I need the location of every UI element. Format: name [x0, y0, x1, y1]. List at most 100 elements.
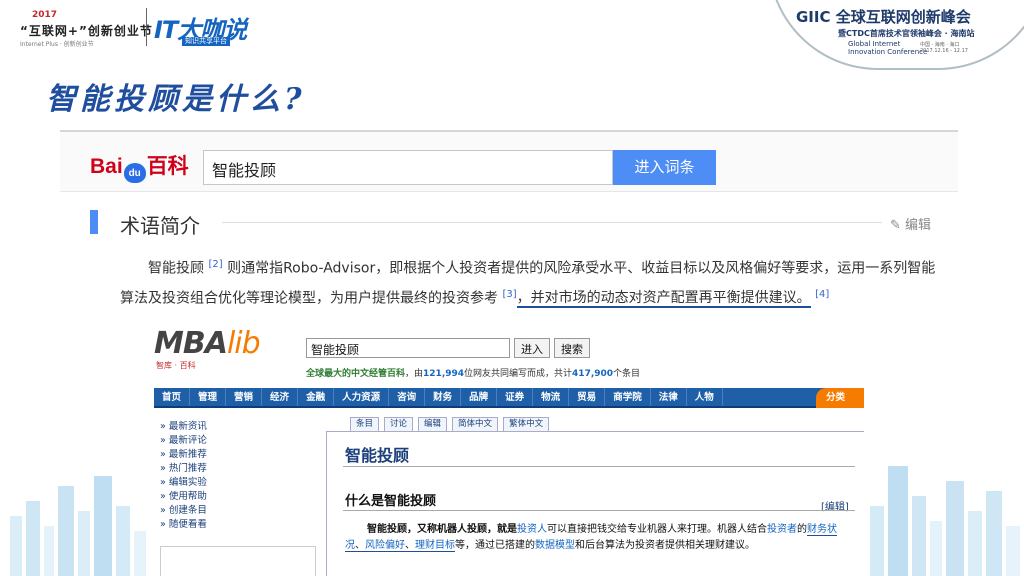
mbalib-nav-item[interactable]: 管理 [190, 388, 227, 406]
mbalib-link-investor[interactable]: 投资人 [517, 524, 547, 535]
mbalib-nav-item[interactable]: 品牌 [461, 388, 498, 406]
baidu-heading-rule [222, 222, 882, 223]
mbalib-page-title: 智能投顾 [345, 446, 410, 465]
mbalib-nav-item[interactable]: 人力资源 [334, 388, 390, 406]
baidu-body-underlined: ，并对市场的动态对资产配置再平衡提供建议。 [516, 290, 811, 309]
internet-plus-festival-logo: 2017 “互联网+”创新创业节 Internet Plus · 创新创业节 [6, 8, 152, 52]
pencil-icon: ✎ [890, 218, 906, 233]
mbalib-nav-item[interactable]: 首页 [154, 388, 191, 406]
baidu-baike-logo[interactable]: Bai du 百科 [90, 150, 189, 183]
baidu-logo-baike: 百科 [146, 155, 189, 178]
mbalib-tagline-mid2: 位网友共同编写而成，共计 [464, 369, 573, 379]
giic-subtitle: 暨CTDC首席技术官领袖峰会 · 海南站 [838, 29, 975, 38]
mbalib-body-4: 、 [355, 540, 365, 551]
mbalib-link-financial-goal[interactable]: 理财目标 [415, 540, 455, 551]
mbalib-sidebar-item[interactable]: » 最新推荐 [160, 448, 316, 462]
mbalib-logo-subtitle: 智库 · 百科 [156, 361, 196, 370]
mbalib-body-5: 、 [405, 540, 415, 551]
giic-english: Global Internet Innovation Conference [848, 40, 927, 56]
giic-date-range: 2017.12.16 - 12.17 [920, 48, 968, 54]
mbalib-search-button[interactable]: 搜索 [554, 338, 590, 358]
mbalib-nav-bar: 首页 管理 营销 经济 金融 人力资源 咨询 财务 品牌 证券 物流 贸易 商学院 法律 人物 分类 [154, 388, 864, 408]
mbalib-body-7: 和后台算法为投资者提供相关理财建议。 [575, 540, 755, 551]
mbalib-heading-rule [343, 510, 855, 511]
mbalib-body-2: 可以直接把钱交给专业机器人来打理。机器人结合 [547, 524, 767, 535]
slide: 2017 “互联网+”创新创业节 Internet Plus · 创新创业节 I… [0, 0, 1024, 576]
mbalib-logo-mba: MBA [154, 326, 228, 361]
giic-english-line1: Global Internet [848, 40, 901, 48]
mbalib-sidebar-item[interactable]: » 使用帮助 [160, 490, 316, 504]
mbalib-link-risk-preference[interactable]: 风险偏好 [365, 540, 405, 551]
mbalib-tagline-suffix: 个条目 [613, 369, 641, 379]
mbalib-sidebar: » 最新资讯» 最新评论» 最新推荐» 热门推荐» 编辑实验» 使用帮助» 创建… [160, 420, 316, 532]
baidu-definition-text: 智能投顾 [2] 则通常指Robo-Advisor，即根据个人投资者提供的风险承… [120, 252, 940, 311]
mbalib-search-input[interactable]: 智能投顾 [306, 338, 510, 358]
baidu-search-input[interactable]: 智能投顾 [203, 150, 613, 185]
mbalib-definition-text: 智能投顾，又称机器人投顾，就是投资人可以直接把钱交给专业机器人来打理。机器人结合… [345, 522, 855, 554]
mbalib-sidebar-item[interactable]: » 最新资讯 [160, 420, 316, 434]
header-divider [146, 8, 147, 46]
logo-name: “互联网+”创新创业节 [20, 24, 153, 38]
mbalib-nav-item[interactable]: 人物 [687, 388, 723, 406]
mbalib-link-data-model[interactable]: 数据模型 [535, 540, 575, 551]
slide-title: 智能投顾是什么? [46, 82, 306, 117]
baidu-ref-3[interactable]: [3] [502, 289, 516, 300]
mbalib-tab[interactable]: 简体中文 [452, 417, 499, 431]
mbalib-tagline: 全球最大的中文经管百科，由121,994位网友共同编写而成，共计417,900个… [306, 366, 640, 379]
baidu-edit-link[interactable]: ✎ 编辑 [890, 214, 931, 233]
city-skyline-right [870, 466, 1020, 576]
mbalib-tabs: 条目 讨论 编辑 简体中文 繁体中文 [350, 417, 554, 431]
mbalib-section-heading: 什么是智能投顾 [345, 494, 437, 509]
baidu-heading-bar [90, 210, 98, 234]
mbalib-nav-item[interactable]: 法律 [651, 388, 687, 406]
giic-date: 中国 · 海南 · 海口 2017.12.16 - 12.17 [920, 42, 968, 54]
mbalib-body-3: 的 [797, 524, 807, 535]
baidu-ref-2[interactable]: [2] [208, 259, 222, 270]
mbalib-logo-lib: lib [226, 326, 261, 361]
logo-year: 2017 [32, 10, 58, 20]
baidu-logo-bai: Bai [90, 155, 123, 178]
mbalib-tab[interactable]: 繁体中文 [503, 417, 550, 431]
mbalib-logo[interactable]: MBAlib [154, 326, 261, 361]
baidu-ref-4[interactable]: [4] [815, 289, 829, 300]
mbalib-user-count: 121,994 [423, 369, 465, 379]
baidu-paw-icon: du [123, 163, 146, 183]
it-daka-tagline: 知识共享平台 [182, 37, 230, 46]
mbalib-article: 智能投顾 什么是智能投顾 [编辑] 智能投顾，又称机器人投顾，就是投资人可以直接… [326, 431, 864, 576]
mbalib-tagline-prefix: 全球最大的中文经管百科 [306, 369, 406, 379]
mbalib-nav-more[interactable]: 分类 [816, 388, 864, 408]
mbalib-nav-item[interactable]: 营销 [226, 388, 263, 406]
logo-subtitle: Internet Plus · 创新创业节 [20, 41, 94, 48]
giic-english-line2: Innovation Conference [848, 48, 928, 56]
mbalib-sidebar-item[interactable]: » 编辑实验 [160, 476, 316, 490]
mbalib-nav-item[interactable]: 经济 [262, 388, 299, 406]
mbalib-nav-item[interactable]: 财务 [425, 388, 462, 406]
mbalib-sidebar-box [160, 546, 316, 576]
mbalib-panel: MBAlib 智库 · 百科 智能投顾 进入 搜索 全球最大的中文经管百科，由1… [154, 320, 864, 576]
baidu-enter-entry-button[interactable]: 进入词条 [613, 150, 716, 185]
mbalib-sidebar-item[interactable]: » 随便看看 [160, 518, 316, 532]
mbalib-tab[interactable]: 讨论 [384, 417, 414, 431]
baidu-section-heading: 术语简介 [120, 214, 200, 238]
city-skyline-left [10, 476, 146, 576]
mbalib-tab[interactable]: 条目 [350, 417, 380, 431]
mbalib-sidebar-item[interactable]: » 最新评论 [160, 434, 316, 448]
mbalib-go-button[interactable]: 进入 [514, 338, 550, 358]
mbalib-link-investors[interactable]: 投资者 [767, 524, 797, 535]
mbalib-sidebar-item[interactable]: » 热门推荐 [160, 462, 316, 476]
mbalib-tab[interactable]: 编辑 [418, 417, 448, 431]
mbalib-title-rule [343, 466, 855, 467]
baidu-term: 智能投顾 [148, 260, 204, 277]
mbalib-body-lead: 智能投顾，又称机器人投顾，就是 [367, 524, 517, 535]
mbalib-nav-item[interactable]: 贸易 [569, 388, 606, 406]
mbalib-nav-item[interactable]: 物流 [533, 388, 570, 406]
mbalib-nav-item[interactable]: 商学院 [605, 388, 651, 406]
mbalib-sidebar-item[interactable]: » 创建条目 [160, 504, 316, 518]
baidu-edit-label: 编辑 [905, 218, 932, 233]
baidu-baike-panel: Bai du 百科 智能投顾 进入词条 术语简介 ✎ 编辑 智能投顾 [2] 则通常… [60, 130, 958, 320]
mbalib-nav-item[interactable]: 金融 [298, 388, 335, 406]
mbalib-nav-item[interactable]: 咨询 [389, 388, 426, 406]
mbalib-nav-item[interactable]: 证券 [497, 388, 534, 406]
mbalib-body-6: 等，通过已搭建的 [455, 540, 535, 551]
giic-badge: GIIC 全球互联网创新峰会 暨CTDC首席技术官领袖峰会 · 海南站 Glob… [768, 0, 1024, 70]
